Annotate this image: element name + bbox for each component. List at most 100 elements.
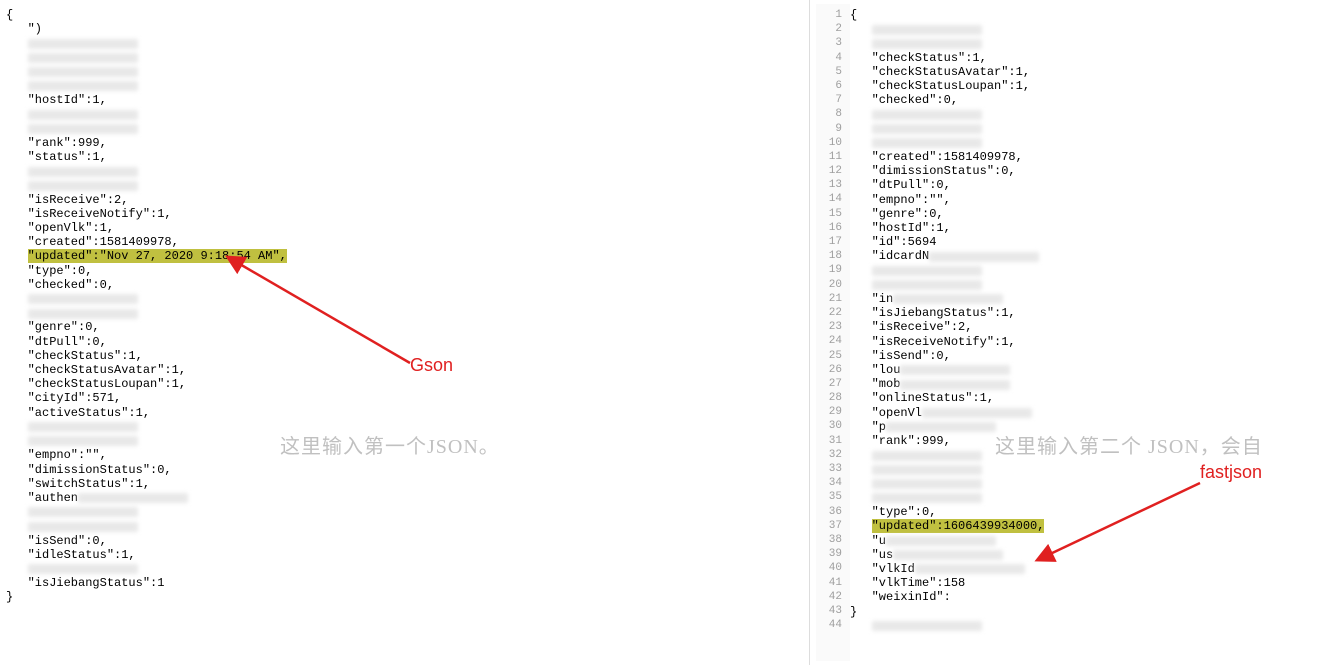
line-number: 8	[816, 107, 842, 121]
code-line: "us	[850, 548, 1044, 562]
line-number: 20	[816, 278, 842, 292]
line-number: 15	[816, 207, 842, 221]
code-line: "isSend":0,	[6, 534, 809, 548]
code-line	[6, 65, 809, 79]
line-number: 13	[816, 178, 842, 192]
json-editor-right[interactable]: 1234567891011121314151617181920212223242…	[810, 0, 1325, 665]
code-line: "checkStatus":1,	[850, 51, 1044, 65]
line-number: 34	[816, 476, 842, 490]
code-line: "isJiebangStatus":1	[6, 576, 809, 590]
code-line	[6, 79, 809, 93]
code-line: "hostId":1,	[850, 221, 1044, 235]
line-number: 26	[816, 363, 842, 377]
code-line: "isJiebangStatus":1,	[850, 306, 1044, 320]
line-number: 31	[816, 434, 842, 448]
code-line-highlight: "updated":"Nov 27, 2020 9:18:54 AM",	[6, 249, 809, 263]
code-line: "genre":0,	[850, 207, 1044, 221]
line-number: 2	[816, 22, 842, 36]
code-line	[850, 278, 1044, 292]
code-line: "isSend":0,	[850, 349, 1044, 363]
line-number: 36	[816, 505, 842, 519]
code-line	[850, 619, 1044, 633]
code-line-highlight: "updated":1606439934000,	[850, 519, 1044, 533]
json-editor-left[interactable]: { ") "hostId":1, "rank":999, "status":1,…	[0, 0, 810, 665]
line-number: 44	[816, 618, 842, 632]
line-number: 38	[816, 533, 842, 547]
code-line: "isReceive":2,	[850, 320, 1044, 334]
code-line: "rank":999,	[850, 434, 1044, 448]
line-number: 1	[816, 8, 842, 22]
line-number: 30	[816, 419, 842, 433]
line-number: 3	[816, 36, 842, 50]
code-line: "empno":"",	[850, 193, 1044, 207]
code-line: "hostId":1,	[6, 93, 809, 107]
code-line: "checked":0,	[6, 278, 809, 292]
line-number: 42	[816, 590, 842, 604]
code-line	[6, 292, 809, 306]
line-number: 43	[816, 604, 842, 618]
line-number-gutter: 1234567891011121314151617181920212223242…	[816, 4, 850, 661]
code-line: }	[6, 590, 809, 604]
line-number: 25	[816, 349, 842, 363]
code-line: "idcardN	[850, 249, 1044, 263]
code-line: "checked":0,	[850, 93, 1044, 107]
code-line: "weixinId":	[850, 590, 1044, 604]
code-line: "vlkId	[850, 562, 1044, 576]
code-line	[850, 448, 1044, 462]
code-line: "mob	[850, 377, 1044, 391]
code-line	[850, 491, 1044, 505]
line-number: 7	[816, 93, 842, 107]
line-number: 37	[816, 519, 842, 533]
code-line: "dimissionStatus":0,	[850, 164, 1044, 178]
code-line: "u	[850, 534, 1044, 548]
code-line	[6, 164, 809, 178]
line-number: 16	[816, 221, 842, 235]
line-number: 14	[816, 192, 842, 206]
code-line: "isReceiveNotify":1,	[850, 335, 1044, 349]
code-line	[6, 51, 809, 65]
code-line: "onlineStatus":1,	[850, 391, 1044, 405]
code-line	[850, 122, 1044, 136]
code-line: "p	[850, 420, 1044, 434]
code-line: "openVlk":1,	[6, 221, 809, 235]
code-line: "id":5694	[850, 235, 1044, 249]
code-line: "checkStatus":1,	[6, 349, 809, 363]
code-line: "idleStatus":1,	[6, 548, 809, 562]
code-line: "isReceiveNotify":1,	[6, 207, 809, 221]
annotation-label-fastjson: fastjson	[1200, 462, 1262, 483]
code-line: "type":0,	[850, 505, 1044, 519]
line-number: 27	[816, 377, 842, 391]
line-number: 11	[816, 150, 842, 164]
code-line	[6, 122, 809, 136]
code-line: "switchStatus":1,	[6, 477, 809, 491]
code-line: "dimissionStatus":0,	[6, 463, 809, 477]
line-number: 33	[816, 462, 842, 476]
line-number: 28	[816, 391, 842, 405]
line-number: 18	[816, 249, 842, 263]
code-line: "type":0,	[6, 264, 809, 278]
code-line	[850, 22, 1044, 36]
line-number: 5	[816, 65, 842, 79]
line-number: 32	[816, 448, 842, 462]
code-line	[6, 562, 809, 576]
code-line: "lou	[850, 363, 1044, 377]
code-line	[6, 178, 809, 192]
code-line	[6, 306, 809, 320]
code-line: }	[850, 605, 1044, 619]
code-line: {	[6, 8, 809, 22]
code-line	[6, 505, 809, 519]
code-line: "dtPull":0,	[6, 335, 809, 349]
line-number: 35	[816, 490, 842, 504]
line-number: 9	[816, 122, 842, 136]
line-number: 6	[816, 79, 842, 93]
code-line	[850, 264, 1044, 278]
code-line: "isReceive":2,	[6, 193, 809, 207]
code-line	[850, 107, 1044, 121]
line-number: 21	[816, 292, 842, 306]
code-line	[6, 107, 809, 121]
line-number: 23	[816, 320, 842, 334]
line-number: 29	[816, 405, 842, 419]
code-line: "openVl	[850, 406, 1044, 420]
code-line: "genre":0,	[6, 320, 809, 334]
code-line: "empno":"",	[6, 448, 809, 462]
